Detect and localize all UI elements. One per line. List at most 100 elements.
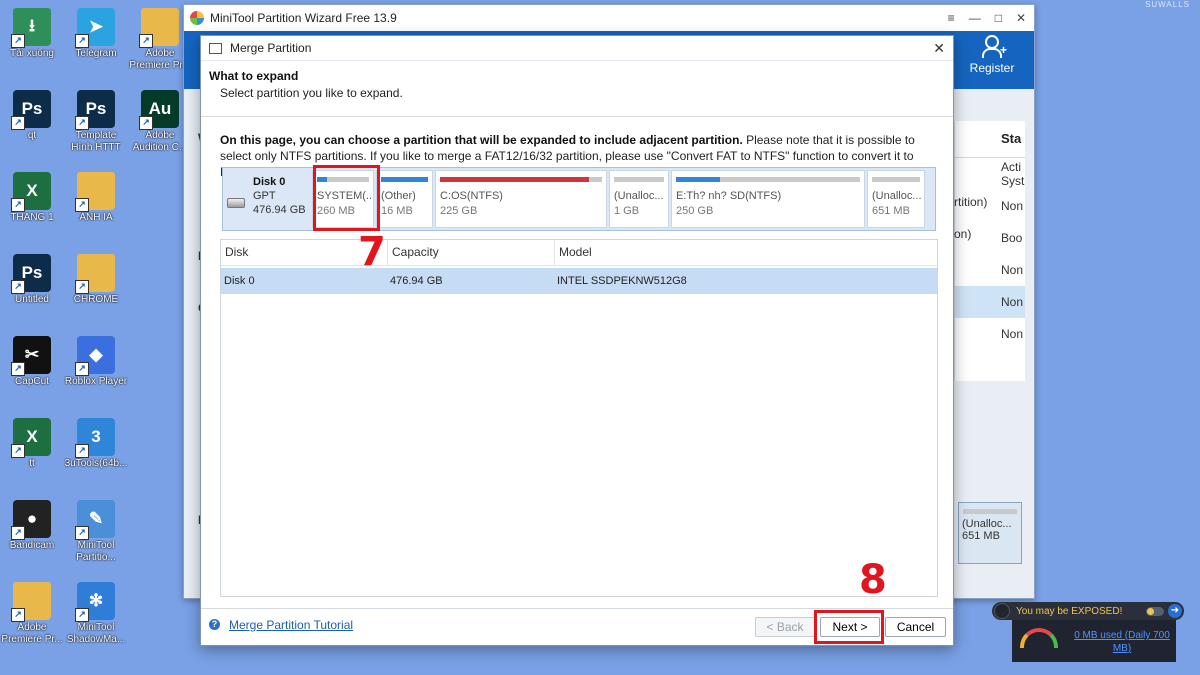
desktop-icon[interactable]: ⭳ ↗ Tải xuống — [0, 8, 64, 60]
shortcut-arrow-icon: ↗ — [75, 34, 89, 48]
back-button[interactable]: < Back — [755, 617, 815, 637]
shortcut-arrow-icon: ↗ — [139, 116, 153, 130]
partition-tile[interactable]: C:OS(NTFS) 225 GB — [435, 170, 607, 228]
desktop-icon-label: Roblox Player — [64, 376, 128, 387]
partition-name: E:Th? nh? SD(NTFS) — [676, 190, 782, 202]
desktop-icon[interactable]: ↗ ẢNH IA — [64, 172, 128, 224]
shortcut-arrow-icon: ↗ — [75, 116, 89, 130]
usage-link[interactable]: 0 MB used (Daily 700 MB) — [1072, 629, 1172, 655]
partition-size: 1 GB — [614, 205, 640, 217]
usage-bar — [381, 177, 428, 182]
status-cell[interactable]: Acti Syst — [955, 158, 1025, 190]
desktop-icon[interactable]: X ↗ THÁNG 1 — [0, 172, 64, 224]
cancel-button[interactable]: Cancel — [885, 617, 946, 637]
desktop-icon-label: ẢNH IA — [79, 212, 113, 223]
register-button[interactable]: + Register — [962, 35, 1022, 75]
status-column-header: Sta — [955, 121, 1025, 158]
partition-tile[interactable]: E:Th? nh? SD(NTFS) 250 GB — [671, 170, 865, 228]
shortcut-arrow-icon: ↗ — [75, 198, 89, 212]
desktop-icon[interactable]: X ↗ tt — [0, 418, 64, 470]
column-capacity[interactable]: Capacity — [388, 240, 555, 265]
audition-icon: Au ↗ — [139, 90, 179, 130]
folder-icon: ↗ — [139, 8, 179, 48]
desktop-icon[interactable]: Ps ↗ Template Hình HTTT — [64, 90, 128, 154]
desktop-icon-label: MiniTool ShadowMa... — [66, 622, 126, 645]
status-cell[interactable]: Non — [955, 318, 1025, 350]
desktop-icon[interactable]: ➤ ↗ Telegram — [64, 8, 128, 60]
partition-size: 16 MB — [381, 205, 413, 217]
desktop-icon[interactable]: Ps ↗ Untitled — [0, 254, 64, 306]
folder-icon: ↗ — [75, 254, 115, 294]
partition-note: on) — [954, 227, 972, 241]
desktop-icon[interactable]: ↗ Adobe Premiere Pr... — [0, 582, 64, 646]
shortcut-arrow-icon: ↗ — [75, 280, 89, 294]
desktop-icon-label: Adobe Premiere Pr... — [1, 622, 63, 645]
shortcut-arrow-icon: ↗ — [75, 608, 89, 622]
desktop-icon[interactable]: ↗ CHROME — [64, 254, 128, 306]
register-label: Register — [969, 61, 1015, 75]
desktop-icon[interactable]: ◆ ↗ Roblox Player — [64, 336, 128, 388]
photoshop-icon: Ps ↗ — [11, 90, 51, 130]
watermark: SUWALLS — [1145, 0, 1190, 9]
desktop-icon[interactable]: ● ↗ Bandicam — [0, 500, 64, 552]
usage-gauge-icon — [1020, 628, 1058, 648]
vpn-toggle[interactable] — [1146, 606, 1164, 616]
disk-info[interactable]: Disk 0 GPT 476.94 GB — [223, 168, 311, 230]
status-cell[interactable]: Non — [955, 254, 1025, 286]
partition-list-right-edge: Sta Acti Syst Non Boo Non Non Non — [954, 121, 1025, 381]
shield-icon — [994, 603, 1010, 619]
step-8-label: 8 — [859, 557, 887, 603]
dialog-title-bar: Merge Partition ✕ — [201, 36, 953, 61]
cell-model: INTEL SSDPEKNW512G8 — [557, 275, 687, 287]
step-7-label: 7 — [358, 229, 386, 275]
folder-icon: ↗ — [75, 172, 115, 212]
table-row[interactable]: Disk 0 476.94 GB INTEL SSDPEKNW512G8 — [221, 268, 937, 294]
desktop-icon-label: Tải xuống — [10, 48, 54, 59]
partition-tile[interactable]: (Unalloc... 1 GB — [609, 170, 669, 228]
unallocated-partition-tile[interactable]: (Unalloc... 651 MB — [958, 502, 1022, 564]
desktop-icon-label: CHROME — [73, 294, 119, 305]
desktop-icon-label: Untitled — [15, 294, 49, 305]
minimize-button[interactable]: — — [969, 11, 981, 25]
partition-name: SYSTEM(... — [317, 190, 374, 202]
close-icon[interactable]: ✕ — [933, 40, 945, 57]
partition-tile[interactable]: (Unalloc... 651 MB — [867, 170, 925, 228]
menu-icon[interactable]: ≡ — [948, 11, 955, 25]
download-folder-icon: ⭳ ↗ — [11, 8, 51, 48]
status-cell[interactable]: Non — [955, 286, 1025, 318]
vpn-toast: You may be EXPOSED! ➜ 0 MB used (Daily 7… — [992, 602, 1184, 662]
shortcut-arrow-icon: ↗ — [75, 444, 89, 458]
shortcut-arrow-icon: ↗ — [11, 34, 25, 48]
desktop-icon-label: Template Hình HTTT — [71, 130, 121, 153]
tutorial-link[interactable]: Merge Partition Tutorial — [229, 618, 353, 632]
close-window-button[interactable]: ✕ — [1016, 11, 1026, 25]
shortcut-arrow-icon: ↗ — [11, 116, 25, 130]
partition-note: rtition) — [954, 195, 988, 209]
desktop-icon-label: THÁNG 1 — [10, 212, 54, 223]
partition-tile[interactable]: (Other) 16 MB — [376, 170, 433, 228]
shortcut-arrow-icon: ↗ — [11, 526, 25, 540]
roblox-icon: ◆ ↗ — [75, 336, 115, 376]
help-icon: ? — [209, 619, 220, 630]
desktop-icon[interactable]: 3 ↗ 3uTools(64b... — [64, 418, 128, 470]
desktop-icon[interactable]: ✻ ↗ MiniTool ShadowMa... — [64, 582, 128, 646]
partition-name: C:OS(NTFS) — [440, 190, 503, 202]
column-model[interactable]: Model — [555, 240, 937, 265]
3utools-icon: 3 ↗ — [75, 418, 115, 458]
photoshop-icon: Ps ↗ — [11, 254, 51, 294]
maximize-button[interactable]: □ — [995, 11, 1002, 25]
app-title: MiniTool Partition Wizard Free 13.9 — [210, 11, 397, 25]
excel-icon: X ↗ — [11, 172, 51, 212]
disk-name: Disk 0 — [253, 176, 286, 188]
arrow-right-icon[interactable]: ➜ — [1168, 604, 1182, 618]
desktop-icon[interactable]: Ps ↗ qt — [0, 90, 64, 142]
partition-name: (Unalloc... — [614, 190, 664, 202]
partition-size: 260 MB — [317, 205, 355, 217]
desktop-icon[interactable]: ✂ ↗ CapCut — [0, 336, 64, 388]
shortcut-arrow-icon: ↗ — [11, 198, 25, 212]
shortcut-arrow-icon: ↗ — [75, 362, 89, 376]
desktop-icon[interactable]: ✎ ↗ MiniTool Partitio... — [64, 500, 128, 564]
partition-tile[interactable]: SYSTEM(... 260 MB — [312, 170, 374, 228]
desktop-icon-label: Telegram — [75, 48, 117, 59]
next-button[interactable]: Next > — [820, 617, 880, 637]
